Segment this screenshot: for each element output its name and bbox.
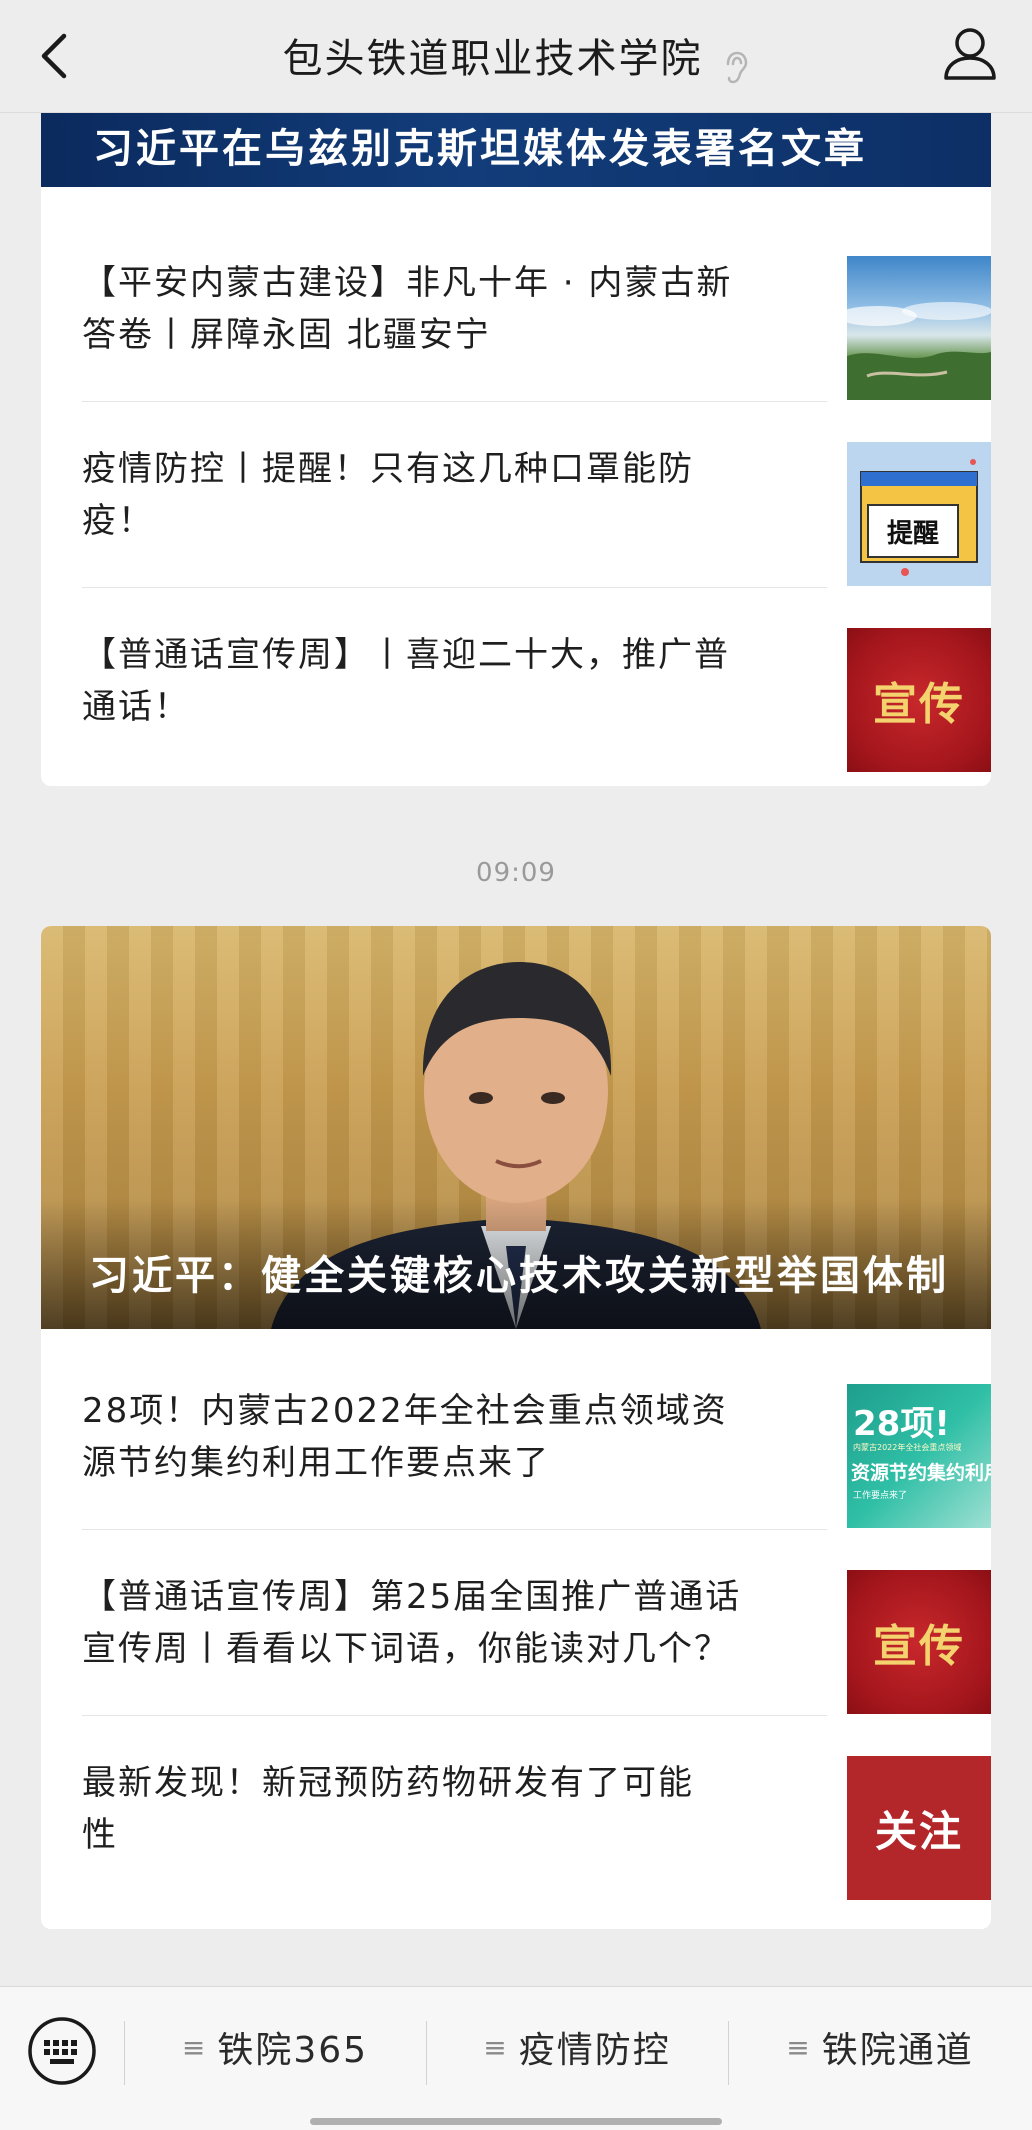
listen-ear-icon	[726, 51, 747, 84]
menu-item-tieyuan-channel[interactable]: ≡ 铁院通道	[728, 2011, 1032, 2083]
article-list-item[interactable]: 28项！内蒙古2022年全社会重点领域资 源节约集约利用工作要点来了 28项! 内…	[82, 1344, 991, 1530]
profile-person-icon[interactable]	[942, 24, 998, 82]
article-list-item[interactable]: 最新发现！新冠预防药物研发有了可能性 关注	[82, 1716, 991, 1902]
promotion-seal-thumbnail: 宣传	[847, 1570, 991, 1714]
article-list-item[interactable]: 【普通话宣传周】第25届全国推广普通话 宣传周丨看看以下词语，你能读对几个？ 宣传	[82, 1530, 991, 1716]
seal-label: 宣传	[873, 1621, 965, 1672]
keyboard-toggle-icon[interactable]	[26, 2015, 98, 2087]
menu-lines-icon: ≡	[483, 2030, 509, 2064]
article-list-item[interactable]: 【普通话宣传周】丨喜迎二十大，推广普 通话！ 宣传	[82, 588, 991, 774]
lead-article-title: 习近平：健全关键核心技术攻关新型举国体制	[89, 1253, 949, 1299]
menu-lines-icon: ≡	[786, 2030, 812, 2064]
back-arrow-icon[interactable]	[30, 26, 80, 86]
article-list-item[interactable]: 【平安内蒙古建设】非凡十年 · 内蒙古新 答卷丨屏障永固 北疆安宁	[82, 216, 991, 402]
lead-article-hero[interactable]: 习近平：健全关键核心技术攻关新型举国体制	[41, 926, 991, 1329]
menu-item-tieyuan365[interactable]: ≡ 铁院365	[124, 2011, 426, 2083]
page-title: 包头铁道职业技术学院	[282, 36, 703, 83]
reminder-thumbnail: 提醒	[847, 442, 991, 586]
follow-thumbnail: 关注	[847, 1756, 991, 1900]
article-title: 【普通话宣传周】丨喜迎二十大，推广普 通话！	[82, 635, 730, 727]
article-title: 【普通话宣传周】第25届全国推广普通话 宣传周丨看看以下词语，你能读对几个？	[82, 1577, 742, 1669]
landscape-thumbnail	[847, 256, 991, 400]
reminder-label: 提醒	[867, 504, 959, 558]
resource-poster-thumbnail: 28项! 内蒙古2022年全社会重点领域 资源节约集约利用 工作要点来了	[847, 1384, 991, 1528]
promotion-seal-thumbnail: 宣传	[847, 628, 991, 772]
menu-lines-icon: ≡	[181, 2030, 208, 2064]
article-list-item[interactable]: 疫情防控丨提醒！只有这几种口罩能防 疫！ 提醒	[82, 402, 991, 588]
page-title-wrap: 包头铁道职业技术学院	[282, 26, 749, 86]
lead-article-banner[interactable]: 习近平在乌兹别克斯坦媒体发表署名文章	[41, 112, 991, 187]
article-title: 最新发现！新冠预防药物研发有了可能性	[82, 1763, 694, 1855]
article-group-card-2: 习近平：健全关键核心技术攻关新型举国体制 28项！内蒙古2022年全社会重点领域…	[41, 926, 991, 1929]
bottom-menu-bar: ≡ 铁院365 ≡ 疫情防控 ≡ 铁院通道	[0, 1986, 1032, 2130]
message-timestamp: 09:09	[476, 858, 556, 888]
follow-label: 关注	[874, 1806, 963, 1856]
article-title: 28项！内蒙古2022年全社会重点领域资 源节约集约利用工作要点来了	[82, 1391, 728, 1483]
lead-article-title: 习近平在乌兹别克斯坦媒体发表署名文章	[93, 126, 867, 172]
home-indicator[interactable]	[310, 2118, 722, 2125]
article-group-card-1: 习近平在乌兹别克斯坦媒体发表署名文章 【平安内蒙古建设】非凡十年 · 内蒙古新答…	[41, 112, 991, 786]
seal-label: 宣传	[873, 679, 965, 730]
article-title: 疫情防控丨提醒！只有这几种口罩能防 疫！	[82, 449, 694, 541]
article-title: 【平安内蒙古建设】非凡十年 · 内蒙古新 答卷丨屏障永固 北疆安宁	[82, 263, 733, 355]
menu-item-epidemic-control[interactable]: ≡ 疫情防控	[426, 2011, 728, 2083]
top-nav-bar: 包头铁道职业技术学院	[0, 0, 1032, 113]
